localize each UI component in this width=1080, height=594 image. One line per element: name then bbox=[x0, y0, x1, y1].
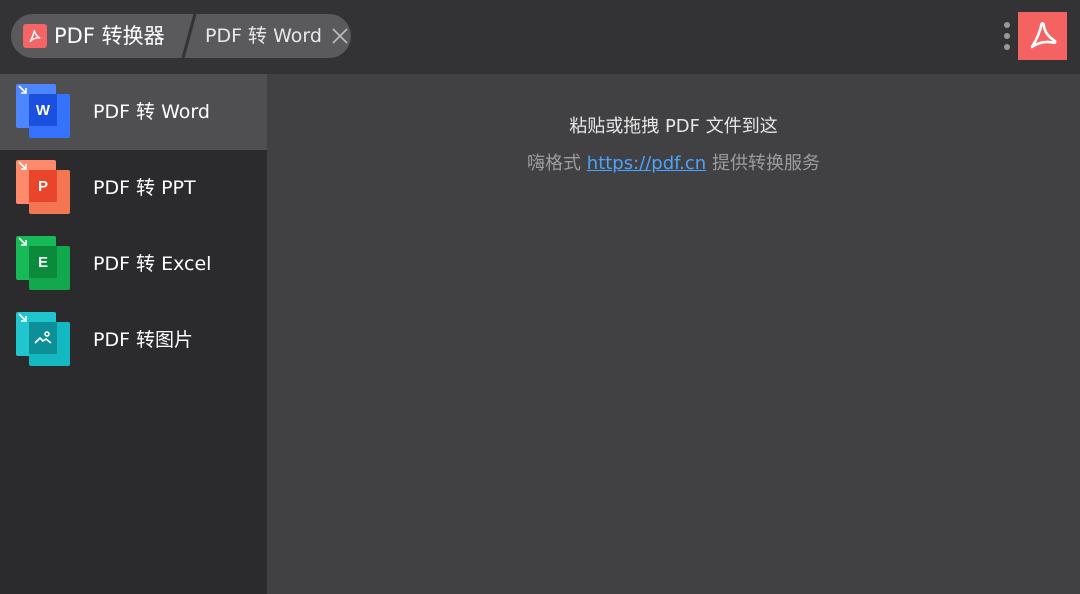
service-credit: 嗨格式 https://pdf.cn 提供转换服务 bbox=[267, 152, 1080, 176]
word-doc-icon: W bbox=[16, 84, 72, 140]
app-title: PDF 转换器 bbox=[54, 24, 165, 48]
excel-doc-icon: E bbox=[16, 236, 72, 292]
sidebar-item-pdf-to-excel[interactable]: E PDF 转 Excel bbox=[0, 226, 267, 302]
sidebar-item-pdf-to-ppt[interactable]: P PDF 转 PPT bbox=[0, 150, 267, 226]
close-icon[interactable] bbox=[331, 27, 349, 45]
ppt-doc-icon: P bbox=[16, 160, 72, 216]
drop-zone[interactable]: 粘贴或拖拽 PDF 文件到这 嗨格式 https://pdf.cn 提供转换服务 bbox=[267, 74, 1080, 594]
service-prefix: 嗨格式 bbox=[527, 153, 582, 174]
drop-hint-text: 粘贴或拖拽 PDF 文件到这 bbox=[569, 116, 778, 137]
sidebar: W PDF 转 Word P PDF 转 PPT E PDF 转 Excel P… bbox=[0, 74, 267, 594]
title-bar: PDF 转换器 PDF 转 Word bbox=[0, 0, 1080, 74]
sidebar-item-label: PDF 转 PPT bbox=[93, 177, 196, 199]
sidebar-item-pdf-to-image[interactable]: PDF 转图片 bbox=[0, 302, 267, 378]
service-link[interactable]: https://pdf.cn bbox=[587, 153, 706, 174]
sidebar-item-label: PDF 转 Word bbox=[93, 101, 210, 123]
tab-label: PDF 转 Word bbox=[205, 25, 322, 47]
pdf-logo-icon bbox=[23, 24, 47, 48]
sidebar-item-pdf-to-word[interactable]: W PDF 转 Word bbox=[0, 74, 267, 150]
adobe-pdf-logo-icon bbox=[1018, 12, 1067, 60]
service-suffix: 提供转换服务 bbox=[711, 153, 820, 174]
landscape-icon bbox=[34, 331, 52, 344]
tab-pdf-to-word[interactable]: PDF 转 Word bbox=[193, 14, 351, 58]
breadcrumb-home[interactable]: PDF 转换器 bbox=[11, 14, 189, 58]
image-doc-icon bbox=[16, 312, 72, 368]
sidebar-item-label: PDF 转图片 bbox=[93, 329, 194, 351]
more-menu-icon[interactable] bbox=[999, 20, 1015, 52]
breadcrumb: PDF 转换器 PDF 转 Word bbox=[11, 14, 351, 58]
sidebar-item-label: PDF 转 Excel bbox=[93, 253, 212, 275]
